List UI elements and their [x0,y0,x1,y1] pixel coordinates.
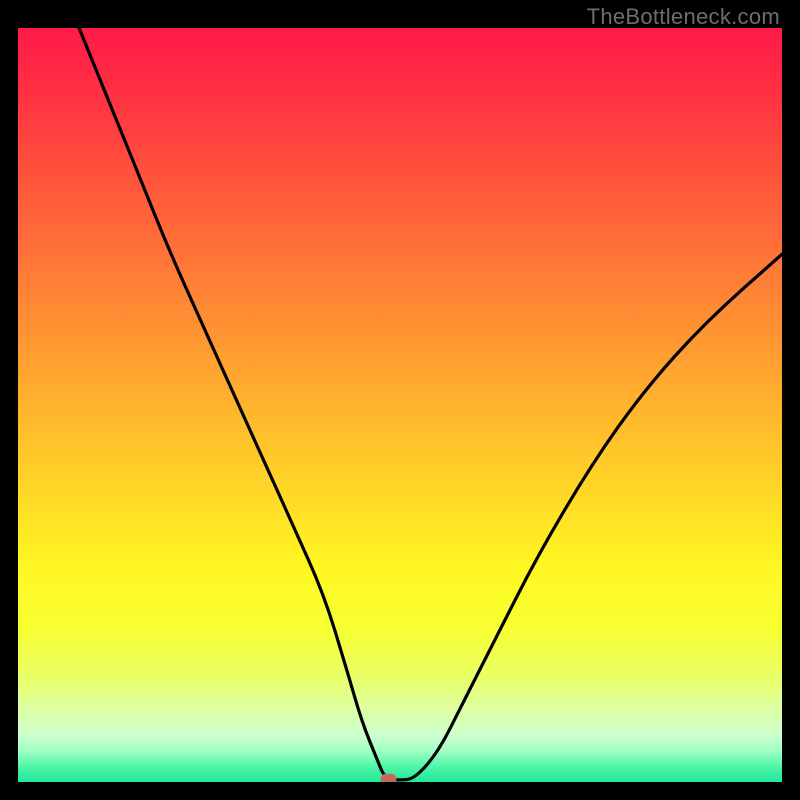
watermark-text: TheBottleneck.com [587,4,780,30]
min-marker [381,774,397,782]
plot-area [18,28,782,782]
curve-svg [18,28,782,782]
chart-frame: TheBottleneck.com [0,0,800,800]
bottleneck-curve [79,28,782,780]
